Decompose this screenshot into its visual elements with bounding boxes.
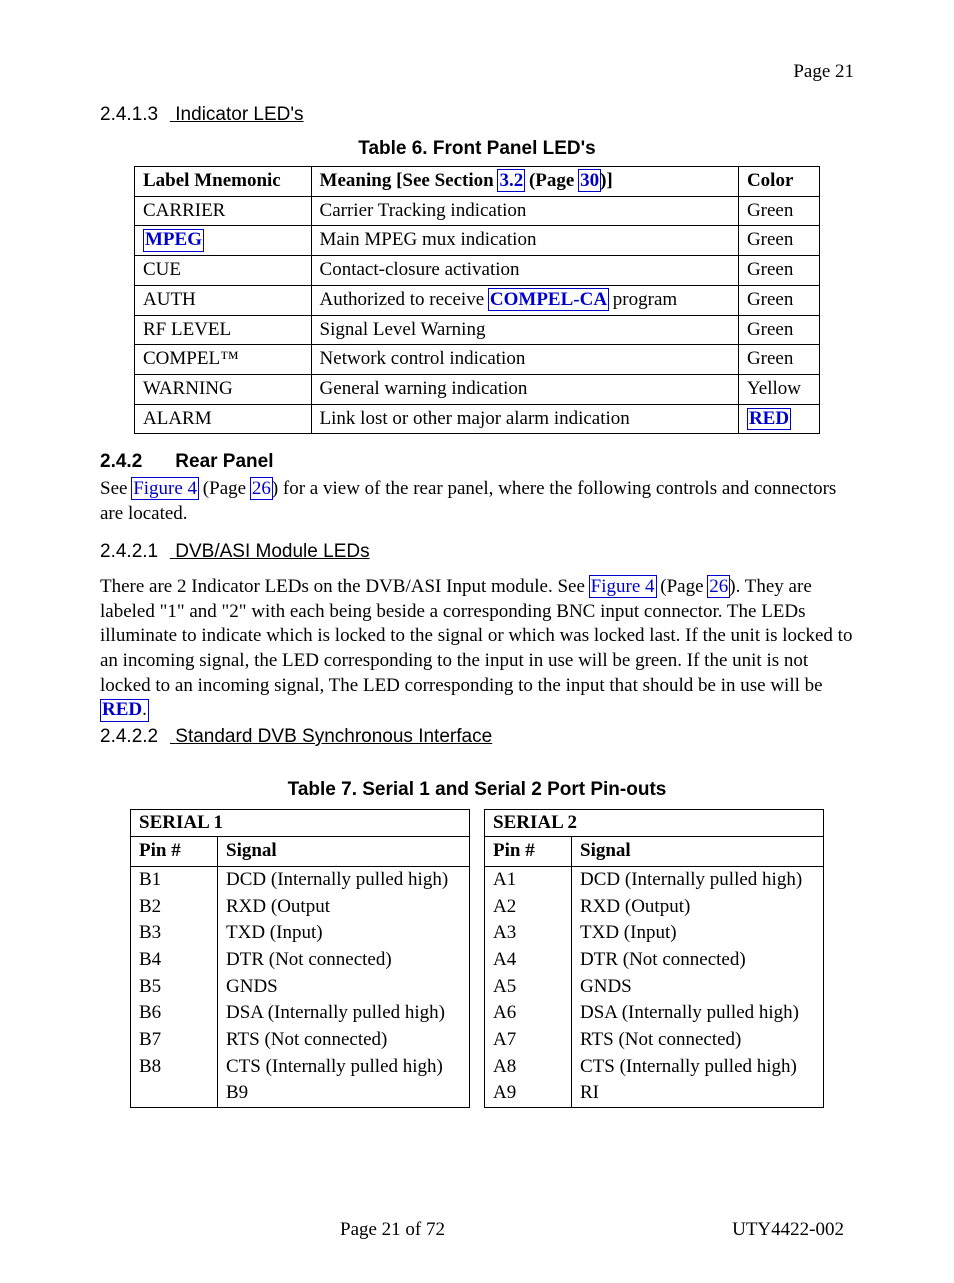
link-page-30[interactable]: 30	[579, 170, 600, 191]
table-row: AUTH Authorized to receive COMPEL-CA pro…	[135, 285, 820, 315]
table6-h2: Meaning [See Section 3.2 (Page 30)]	[311, 167, 738, 197]
heading-242: 2.4.2 Rear Panel	[100, 450, 854, 475]
table7-head-row: Pin # Signal	[485, 837, 824, 867]
table-row: CARRIER Carrier Tracking indication Gree…	[135, 196, 820, 226]
table-row: ALARM Link lost or other major alarm ind…	[135, 404, 820, 434]
table-row: A5GNDS	[485, 974, 824, 1001]
table-row: WARNING General warning indication Yello…	[135, 374, 820, 404]
table-row: B6DSA (Internally pulled high)	[131, 1000, 470, 1027]
link-page-26[interactable]: 26	[708, 576, 729, 597]
table7-s1-title: SERIAL 1	[131, 809, 470, 837]
section-title: Standard DVB Synchronous Interface	[175, 726, 492, 747]
heading-2413: 2.4.1.3 Indicator LED's	[100, 103, 854, 128]
table-row: B8CTS (Internally pulled high)	[131, 1054, 470, 1081]
section-number: 2.4.2.1	[100, 540, 170, 565]
heading-2421: 2.4.2.1 DVB/ASI Module LEDs	[100, 540, 854, 565]
table-row: A9RI	[485, 1080, 824, 1107]
table7-serial2: SERIAL 2 Pin # Signal A1DCD (Internally …	[484, 809, 824, 1109]
section-number: 2.4.2	[100, 450, 170, 475]
table-row: B9	[131, 1080, 470, 1107]
table6: Label Mnemonic Meaning [See Section 3.2 …	[134, 166, 820, 434]
table-row: B7RTS (Not connected)	[131, 1027, 470, 1054]
table-row: B5GNDS	[131, 974, 470, 1001]
table7-head-row: Pin # Signal	[131, 837, 470, 867]
link-figure-4[interactable]: Figure 4	[590, 576, 656, 597]
link-figure-4[interactable]: Figure 4	[132, 478, 198, 499]
table-row: A6DSA (Internally pulled high)	[485, 1000, 824, 1027]
table-row: B4DTR (Not connected)	[131, 947, 470, 974]
link-compel-ca[interactable]: COMPEL-CA	[489, 289, 608, 310]
section-number: 2.4.2.2	[100, 725, 170, 750]
footer-doc-id: UTY4422-002	[732, 1218, 844, 1243]
paragraph-2421: There are 2 Indicator LEDs on the DVB/AS…	[100, 575, 854, 723]
table-row: A1DCD (Internally pulled high)	[485, 866, 824, 893]
table7-s2-title: SERIAL 2	[485, 809, 824, 837]
link-section-3-2[interactable]: 3.2	[498, 170, 524, 191]
table-row: A4DTR (Not connected)	[485, 947, 824, 974]
table-row: RF LEVEL Signal Level Warning Green	[135, 315, 820, 345]
table6-caption: Table 6. Front Panel LED's	[100, 137, 854, 162]
table-row: B2RXD (Output	[131, 894, 470, 921]
table6-h1: Label Mnemonic	[135, 167, 312, 197]
table6-h3: Color	[738, 167, 819, 197]
table7: SERIAL 1 Pin # Signal B1DCD (Internally …	[100, 809, 854, 1109]
link-red[interactable]: RED	[749, 408, 789, 429]
heading-2422: 2.4.2.2 Standard DVB Synchronous Interfa…	[100, 725, 854, 750]
table-row: B1DCD (Internally pulled high)	[131, 866, 470, 893]
table7-caption: Table 7. Serial 1 and Serial 2 Port Pin-…	[100, 778, 854, 803]
table-row: A8CTS (Internally pulled high)	[485, 1054, 824, 1081]
section-title: Rear Panel	[175, 451, 273, 472]
link-mpeg[interactable]: MPEG	[145, 229, 202, 250]
link-red[interactable]: RED	[102, 699, 142, 720]
paragraph-242: See Figure 4 (Page 26) for a view of the…	[100, 477, 854, 526]
section-title: Indicator LED's	[175, 104, 303, 125]
link-page-26[interactable]: 26	[251, 478, 272, 499]
section-number: 2.4.1.3	[100, 103, 170, 128]
table-row: A2RXD (Output)	[485, 894, 824, 921]
table-row: MPEG Main MPEG mux indication Green	[135, 226, 820, 256]
footer-page-of: Page 21 of 72	[340, 1218, 445, 1243]
table7-serial1: SERIAL 1 Pin # Signal B1DCD (Internally …	[130, 809, 470, 1109]
section-title: DVB/ASI Module LEDs	[175, 541, 369, 562]
page-footer: Page 21 of 72 UTY4422-002	[100, 1218, 854, 1243]
table-row: CUE Contact-closure activation Green	[135, 256, 820, 286]
page-number-top: Page 21	[100, 60, 854, 85]
table6-header-row: Label Mnemonic Meaning [See Section 3.2 …	[135, 167, 820, 197]
table-row: COMPEL™ Network control indication Green	[135, 345, 820, 375]
table-row: B3TXD (Input)	[131, 920, 470, 947]
table-row: A3TXD (Input)	[485, 920, 824, 947]
table-row: A7RTS (Not connected)	[485, 1027, 824, 1054]
